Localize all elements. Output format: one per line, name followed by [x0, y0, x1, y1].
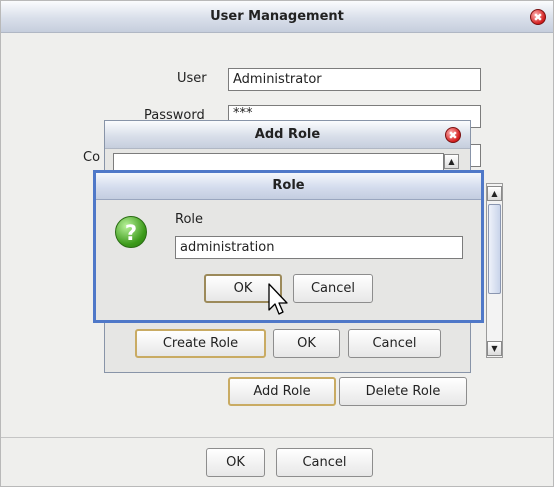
- main-close-icon[interactable]: ✖: [530, 9, 546, 25]
- roles-scroll-thumb[interactable]: [488, 204, 501, 294]
- roles-scroll-down-icon[interactable]: ▼: [487, 341, 502, 356]
- add-role-button[interactable]: Add Role: [228, 377, 336, 406]
- add-role-cancel-button[interactable]: Cancel: [348, 329, 441, 358]
- add-role-scroll-up-icon[interactable]: ▲: [444, 154, 459, 169]
- confirm-label: Co: [83, 150, 101, 165]
- role-title: Role: [272, 178, 305, 193]
- role-titlebar[interactable]: Role: [96, 173, 481, 200]
- main-title: User Management: [210, 9, 344, 24]
- main-ok-button[interactable]: OK: [206, 448, 265, 477]
- main-titlebar[interactable]: User Management: [1, 1, 553, 33]
- user-label: User: [177, 71, 207, 86]
- role-prompt-label: Role: [175, 212, 204, 227]
- mouse-cursor-icon: [268, 283, 288, 315]
- user-field[interactable]: Administrator: [228, 68, 481, 91]
- footer-separator: [1, 437, 553, 438]
- role-input[interactable]: administration: [175, 236, 463, 259]
- roles-scroll-up-icon[interactable]: ▲: [487, 186, 502, 201]
- delete-role-button[interactable]: Delete Role: [339, 377, 467, 406]
- main-cancel-button[interactable]: Cancel: [276, 448, 373, 477]
- question-icon: ?: [115, 216, 147, 248]
- add-role-titlebar[interactable]: Add Role: [105, 121, 470, 149]
- add-role-list[interactable]: [113, 153, 444, 171]
- role-cancel-button[interactable]: Cancel: [293, 274, 373, 303]
- add-role-close-icon[interactable]: ✖: [445, 127, 461, 143]
- create-role-button[interactable]: Create Role: [135, 329, 266, 358]
- add-role-title: Add Role: [254, 127, 321, 142]
- add-role-ok-button[interactable]: OK: [273, 329, 340, 358]
